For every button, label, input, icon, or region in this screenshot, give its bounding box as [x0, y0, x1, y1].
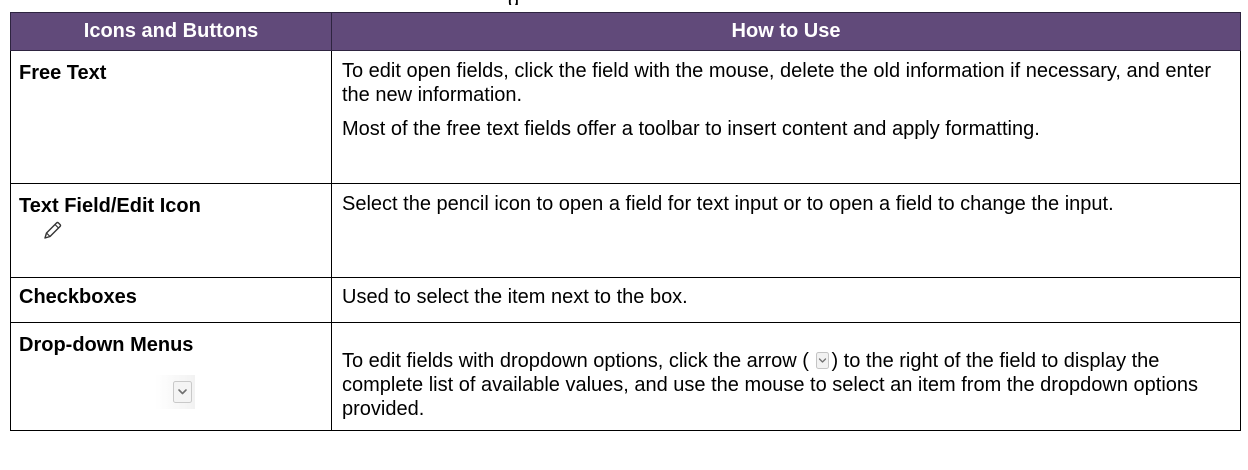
- header-how-to-use: How to Use: [331, 12, 1241, 51]
- row-description: To edit open fields, click the field wit…: [331, 50, 1241, 184]
- dropdown-arrow-icon: [816, 352, 830, 369]
- row-name-free-text: Free Text: [10, 50, 332, 184]
- header-icons-and-buttons: Icons and Buttons: [10, 12, 332, 51]
- description-paragraph: To edit fields with dropdown options, cl…: [342, 349, 1230, 421]
- row-name-drop-down-menus: Drop-down Menus: [19, 334, 194, 356]
- row-description: To edit fields with dropdown options, cl…: [331, 322, 1241, 431]
- row-name-cell: Text Field/Edit Icon: [10, 183, 332, 278]
- icons-buttons-table: Icons and Buttons How to Use Free Text T…: [10, 12, 1241, 431]
- pencil-icon: [44, 221, 62, 239]
- table-row: Checkboxes Used to select the item next …: [10, 277, 1241, 323]
- table-row: Text Field/Edit Icon Select the pencil i…: [10, 183, 1241, 278]
- row-name-cell: Drop-down Menus: [10, 322, 332, 431]
- table-row: Drop-down Menus To edit fields with drop…: [10, 322, 1241, 431]
- description-paragraph: Most of the free text fields offer a too…: [342, 118, 1040, 140]
- row-name-text-field-edit-icon: Text Field/Edit Icon: [19, 195, 201, 217]
- table-row: Free Text To edit open fields, click the…: [10, 50, 1241, 184]
- table-header-row: Icons and Buttons How to Use: [10, 12, 1241, 51]
- description-paragraph: Used to select the item next to the box.: [342, 286, 688, 308]
- dropdown-arrow-icon: [155, 375, 195, 409]
- row-name-checkboxes: Checkboxes: [10, 277, 332, 323]
- text-before-icon: To edit fields with dropdown options, cl…: [342, 350, 809, 372]
- row-description: Select the pencil icon to open a field f…: [331, 183, 1241, 278]
- description-paragraph: Select the pencil icon to open a field f…: [342, 193, 1114, 215]
- cut-off-heading-fragment: g: [508, 0, 538, 5]
- description-paragraph: To edit open fields, click the field wit…: [342, 60, 1212, 106]
- row-description: Used to select the item next to the box.: [331, 277, 1241, 323]
